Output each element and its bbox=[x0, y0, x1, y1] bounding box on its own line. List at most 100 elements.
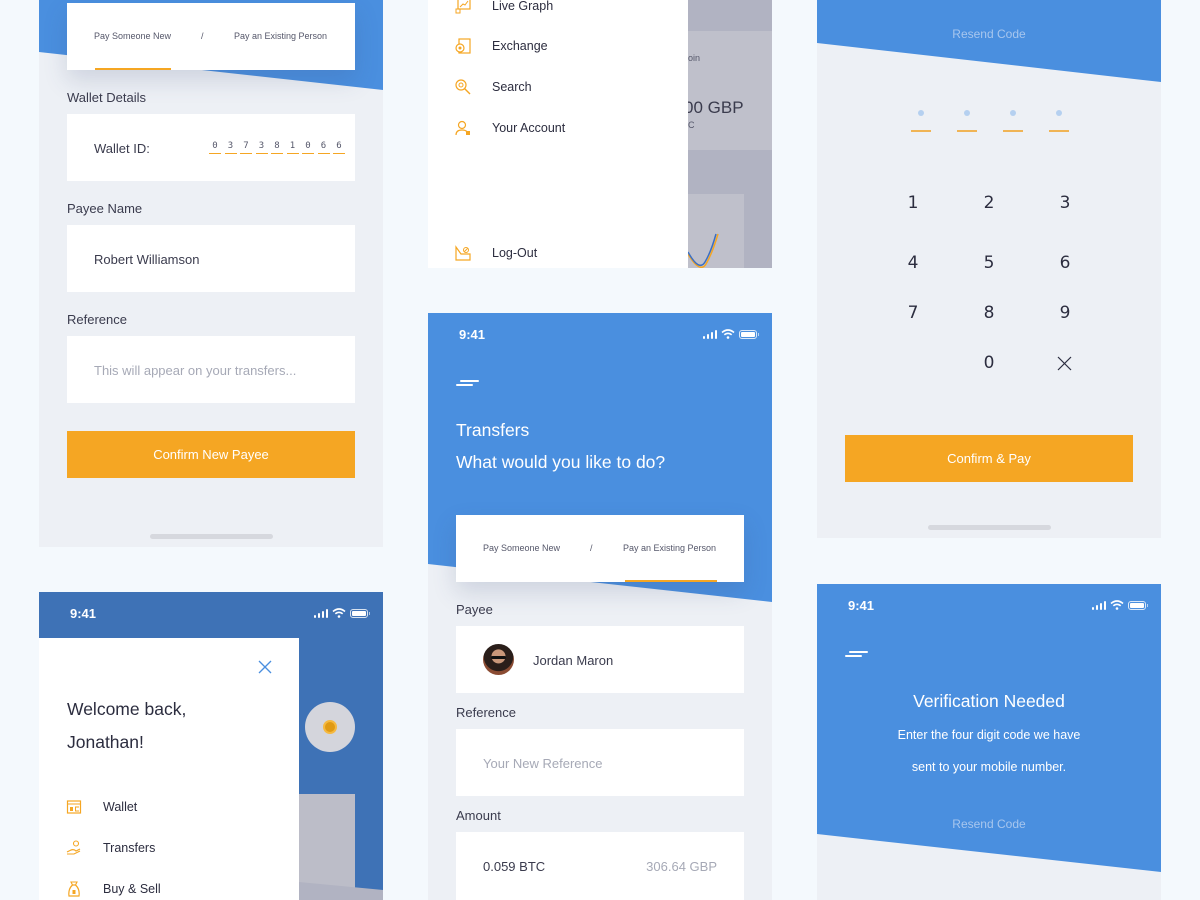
amount-btc: 0.059 BTC bbox=[483, 859, 546, 874]
keypad-key-4[interactable]: 4 bbox=[898, 253, 928, 273]
keypad-key-8[interactable]: 8 bbox=[974, 303, 1004, 323]
screen-keypad: Resend Code 1 2 3 4 5 6 7 8 9 0 Confirm & Pay bbox=[817, 0, 1161, 538]
status-time: 9:41 bbox=[848, 598, 875, 613]
logout-icon bbox=[455, 245, 471, 261]
payee-selector[interactable]: Jordan Maron bbox=[456, 626, 744, 693]
wallet-id-digit: 0 bbox=[209, 141, 221, 154]
wallet-id-label: Wallet ID: bbox=[94, 141, 150, 156]
code-slot-dot bbox=[1010, 110, 1016, 116]
tab-pay-existing-person[interactable]: Pay an Existing Person bbox=[623, 515, 716, 581]
side-menu-panel: Welcome back, Jonathan! Wallet Transfers… bbox=[39, 638, 299, 900]
resend-code-link[interactable]: Resend Code bbox=[817, 817, 1161, 831]
wallet-id-digit: 7 bbox=[240, 141, 252, 154]
amount-input[interactable]: 0.059 BTC 306.64 GBP bbox=[456, 832, 744, 900]
balance-label-fragment: oin bbox=[688, 53, 701, 63]
background-coin-button bbox=[305, 702, 355, 752]
menu-item-live-graph[interactable]: Live Graph bbox=[455, 0, 553, 14]
signal-icon bbox=[1091, 600, 1106, 610]
wallet-id-digit: 6 bbox=[333, 141, 345, 154]
active-tab-indicator bbox=[625, 580, 717, 582]
reference-input[interactable]: Your New Reference bbox=[456, 729, 744, 796]
status-icons bbox=[702, 329, 759, 339]
status-icons bbox=[1091, 600, 1148, 610]
greeting-line-2: Jonathan! bbox=[67, 732, 144, 752]
confirm-and-pay-button[interactable]: Confirm & Pay bbox=[845, 435, 1133, 482]
menu-hamburger-icon[interactable] bbox=[845, 651, 869, 657]
verification-message-line-1: Enter the four digit code we have bbox=[897, 728, 1081, 742]
background-graph-card bbox=[687, 194, 744, 268]
code-slot-underline bbox=[1049, 130, 1069, 132]
keypad-key-7[interactable]: 7 bbox=[898, 303, 928, 323]
transfer-tabs: Pay Someone New / Pay an Existing Person bbox=[456, 515, 744, 582]
side-menu-panel: Live Graph Exchange Search Your Account … bbox=[428, 0, 688, 268]
keypad-key-3[interactable]: 3 bbox=[1050, 193, 1080, 213]
keypad-key-9[interactable]: 9 bbox=[1050, 303, 1080, 323]
tab-pay-existing-person[interactable]: Pay an Existing Person bbox=[234, 3, 327, 69]
menu-item-wallet[interactable]: Wallet bbox=[66, 799, 137, 815]
keypad-key-0[interactable]: 0 bbox=[974, 353, 1004, 373]
signal-icon bbox=[313, 608, 328, 618]
payee-avatar bbox=[483, 644, 514, 675]
tab-separator: / bbox=[590, 543, 593, 553]
close-icon[interactable] bbox=[258, 660, 272, 674]
greeting-line-1: Welcome back, bbox=[67, 699, 187, 719]
code-slot-underline bbox=[1003, 130, 1023, 132]
code-slot-underline bbox=[911, 130, 931, 132]
menu-item-label: Your Account bbox=[492, 121, 566, 135]
tab-separator: / bbox=[201, 31, 204, 41]
menu-item-exchange[interactable]: Exchange bbox=[455, 38, 548, 54]
payee-name-input[interactable]: Robert Williamson bbox=[67, 225, 355, 292]
menu-item-transfers[interactable]: Transfers bbox=[66, 840, 155, 856]
battery-icon bbox=[1128, 600, 1148, 610]
wallet-icon bbox=[66, 800, 82, 814]
balance-amount-fragment: 00 GBP bbox=[684, 98, 744, 117]
keypad-key-5[interactable]: 5 bbox=[974, 253, 1004, 273]
graph-line bbox=[687, 233, 719, 268]
amount-gbp: 306.64 GBP bbox=[646, 859, 717, 874]
keypad-key-2[interactable]: 2 bbox=[974, 193, 1004, 213]
menu-item-buy-sell[interactable]: Buy & Sell bbox=[66, 881, 161, 897]
reference-placeholder: Your New Reference bbox=[483, 756, 603, 771]
reference-label: Reference bbox=[67, 312, 127, 327]
menu-item-label: Wallet bbox=[103, 800, 138, 814]
wallet-id-digit: 6 bbox=[317, 141, 330, 154]
transfer-icon bbox=[66, 840, 81, 855]
wallet-id-digit: 8 bbox=[271, 141, 283, 154]
wallet-id-digit: 0 bbox=[302, 141, 314, 154]
menu-item-log-out[interactable]: Log-Out bbox=[455, 245, 537, 261]
chart-icon bbox=[455, 0, 471, 14]
verification-message-line-2: sent to your mobile number. bbox=[911, 760, 1067, 774]
page-subtitle: What would you like to do? bbox=[456, 452, 666, 472]
screen-new-payee: Pay Someone New / Pay an Existing Person… bbox=[39, 0, 383, 547]
home-indicator bbox=[150, 534, 273, 539]
resend-code-link[interactable]: Resend Code bbox=[817, 27, 1161, 41]
reference-input[interactable]: This will appear on your transfers... bbox=[67, 336, 355, 403]
keypad-key-6[interactable]: 6 bbox=[1050, 253, 1080, 273]
reference-label: Reference bbox=[456, 705, 516, 720]
tab-pay-someone-new[interactable]: Pay Someone New bbox=[94, 3, 171, 69]
status-time: 9:41 bbox=[70, 606, 97, 621]
signal-icon bbox=[702, 329, 717, 339]
wallet-id-digit: 3 bbox=[255, 141, 268, 154]
payee-tabs: Pay Someone New / Pay an Existing Person bbox=[67, 3, 355, 70]
screen-transfers: 9:41 Transfers What would you like to do… bbox=[428, 313, 772, 900]
menu-item-search[interactable]: Search bbox=[455, 79, 532, 95]
screen-side-menu: oin 00 GBP C Live Graph Exchange Search … bbox=[428, 0, 772, 268]
battery-icon bbox=[350, 608, 370, 618]
confirm-new-payee-button[interactable]: Confirm New Payee bbox=[67, 431, 355, 478]
battery-icon bbox=[739, 329, 759, 339]
menu-item-your-account[interactable]: Your Account bbox=[455, 120, 565, 136]
tab-pay-someone-new[interactable]: Pay Someone New bbox=[483, 515, 560, 581]
backspace-icon[interactable] bbox=[1057, 356, 1072, 371]
background-balance-card: oin 00 GBP C bbox=[684, 31, 772, 150]
account-icon bbox=[455, 120, 470, 136]
menu-item-label: Buy & Sell bbox=[103, 882, 161, 896]
search-icon bbox=[455, 79, 471, 95]
status-icons bbox=[313, 608, 370, 618]
keypad-key-1[interactable]: 1 bbox=[898, 193, 928, 213]
payee-name-label: Payee Name bbox=[67, 201, 143, 216]
wallet-id-field[interactable]: Wallet ID: 037381066 bbox=[67, 114, 355, 181]
verification-title: Verification Needed bbox=[913, 691, 1065, 711]
menu-hamburger-icon[interactable] bbox=[456, 380, 480, 386]
home-indicator bbox=[928, 525, 1051, 530]
